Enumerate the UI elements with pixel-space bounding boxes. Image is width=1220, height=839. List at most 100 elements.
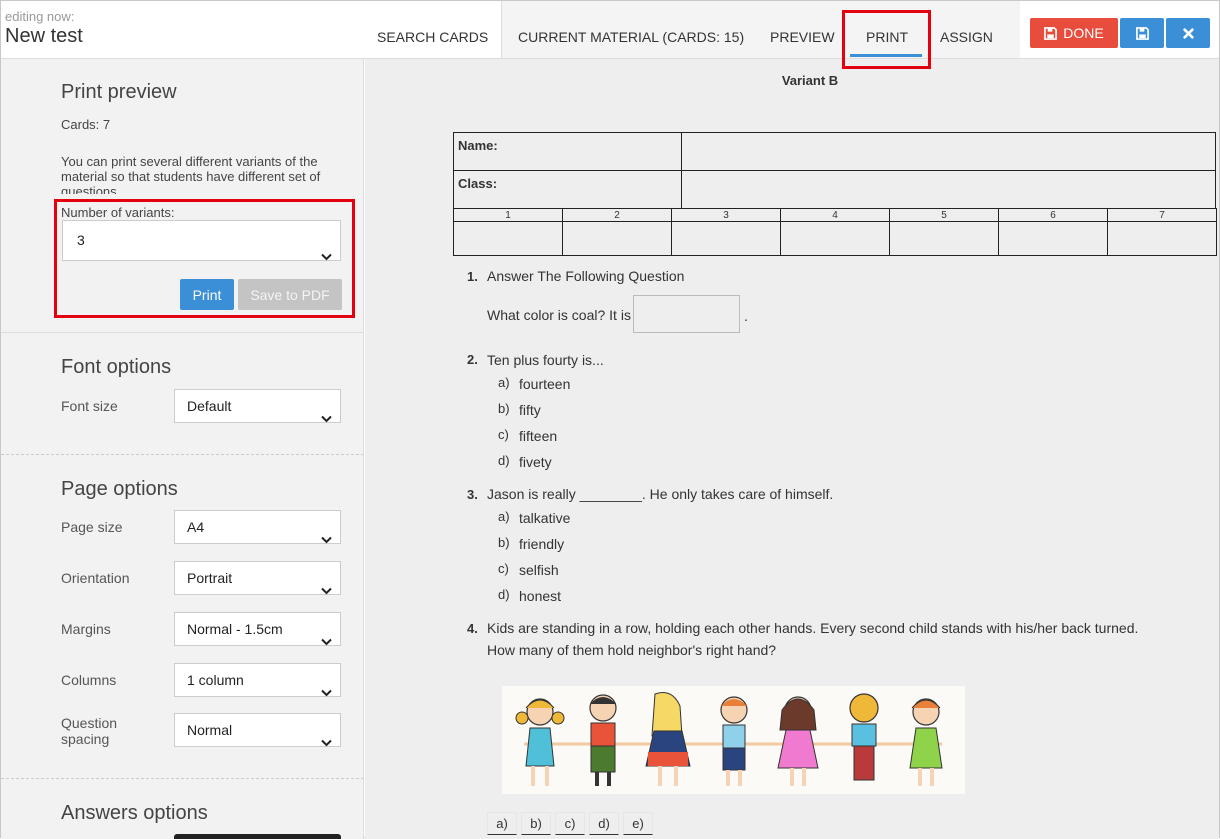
prompt-suffix: . — [744, 308, 748, 324]
chevron-down-icon — [321, 523, 332, 555]
answer-choice-box: c) — [555, 812, 585, 835]
answer-choice-box: b) — [521, 812, 551, 835]
page-size-value: A4 — [187, 519, 205, 535]
page-size-label: Page size — [61, 519, 123, 535]
chevron-down-icon — [321, 402, 332, 434]
section-divider — [1, 778, 363, 779]
margins-select[interactable]: Normal - 1.5cm — [174, 612, 341, 646]
page-size-select[interactable]: A4 — [174, 510, 341, 544]
font-size-label: Font size — [61, 398, 118, 414]
answers-option-control[interactable] — [174, 834, 341, 839]
tab-preview[interactable]: PREVIEW — [770, 1, 835, 58]
chevron-down-icon — [321, 676, 332, 708]
grid-cell — [453, 221, 563, 256]
save-button[interactable] — [1120, 18, 1164, 48]
grid-number: 7 — [1107, 208, 1217, 222]
answer-choice-box: d) — [589, 812, 619, 835]
editing-label: editing now: — [5, 9, 75, 24]
option-letter: b) — [498, 535, 510, 550]
option-letter: d) — [498, 453, 510, 468]
grid-cell — [562, 221, 672, 256]
option-text: talkative — [519, 510, 571, 526]
grid-number: 4 — [780, 208, 890, 222]
question-text: Ten plus fourty is... — [487, 352, 604, 368]
chevron-down-icon — [321, 625, 332, 657]
title-block: editing now: New test — [5, 9, 83, 48]
orientation-value: Portrait — [187, 570, 233, 586]
cards-count: Cards: 7 — [61, 117, 111, 132]
print-options-sidebar: Print preview Cards: 7 You can print sev… — [1, 59, 364, 839]
option-text: friendly — [519, 536, 565, 552]
question-spacing-value: Normal — [187, 722, 233, 738]
question-text: Kids are standing in a row, holding each… — [487, 620, 1139, 636]
question-spacing-label: Question spacing — [61, 715, 118, 747]
grid-number: 3 — [671, 208, 781, 222]
class-label: Class: — [453, 170, 682, 209]
section-divider — [1, 454, 363, 455]
font-size-select[interactable]: Default — [174, 389, 341, 423]
grid-cell — [780, 221, 890, 256]
tab-current-material[interactable]: CURRENT MATERIAL (CARDS: 15) — [518, 1, 744, 58]
print-button[interactable]: Print — [180, 279, 234, 310]
option-text: fourteen — [519, 376, 571, 392]
columns-value: 1 column — [187, 672, 244, 688]
answers-options-heading: Answers options — [61, 802, 208, 824]
option-letter: b) — [498, 401, 510, 416]
option-text: fifty — [519, 402, 541, 418]
question-number: 2. — [467, 352, 478, 367]
close-button[interactable] — [1166, 18, 1210, 48]
page-options-heading: Page options — [61, 478, 178, 500]
done-label: DONE — [1063, 25, 1104, 41]
grid-number: 5 — [889, 208, 999, 222]
document-title: New test — [5, 25, 83, 47]
done-button[interactable]: DONE — [1030, 18, 1118, 48]
tab-print[interactable]: PRINT — [866, 1, 908, 58]
columns-label: Columns — [61, 672, 117, 688]
grid-cell — [671, 221, 781, 256]
chevron-down-icon — [321, 237, 332, 276]
print-preview-area: Variant B Name: Class: 1 2 3 4 5 6 7 1. … — [365, 59, 1219, 839]
chevron-down-icon — [321, 726, 332, 758]
question-number: 4. — [467, 621, 478, 636]
orientation-label: Orientation — [61, 570, 130, 586]
question-text: Answer The Following Question — [487, 268, 685, 284]
grid-number: 2 — [562, 208, 672, 222]
variants-description: You can print several different variants… — [61, 154, 321, 194]
variants-label: Number of variants: — [61, 205, 175, 220]
variants-select[interactable]: 3 — [62, 220, 341, 261]
children-holding-hands-image — [502, 686, 965, 794]
option-text: honest — [519, 588, 562, 604]
answer-choice-box: e) — [623, 812, 653, 835]
option-letter: a) — [498, 375, 510, 390]
question-prompt: What color is coal? It is — [487, 307, 631, 323]
student-info-table: Name: Class: — [453, 132, 1216, 209]
variant-title: Variant B — [781, 73, 839, 88]
top-bar: editing now: New test SEARCH CARDS CURRE… — [1, 1, 1219, 59]
active-tab-indicator — [850, 54, 922, 57]
chevron-down-icon — [321, 574, 332, 606]
grid-cell — [1107, 221, 1217, 256]
question-number: 3. — [467, 487, 478, 502]
question-spacing-select[interactable]: Normal — [174, 713, 341, 747]
tab-search-cards[interactable]: SEARCH CARDS — [377, 1, 488, 58]
font-size-value: Default — [187, 398, 232, 414]
save-to-pdf-button[interactable]: Save to PDF — [238, 279, 342, 310]
grid-cell — [998, 221, 1108, 256]
class-field — [681, 170, 1216, 209]
variants-select-value: 3 — [77, 232, 85, 248]
section-divider — [1, 332, 363, 333]
tab-assign[interactable]: ASSIGN — [940, 1, 993, 58]
print-preview-heading: Print preview — [61, 81, 177, 103]
option-letter: c) — [498, 427, 509, 442]
name-field — [681, 132, 1216, 171]
close-icon — [1182, 27, 1194, 39]
floppy-disk-icon — [1135, 26, 1149, 40]
font-options-heading: Font options — [61, 356, 172, 378]
question-text: Jason is really ________. He only takes … — [487, 486, 834, 502]
option-text: selfish — [519, 562, 559, 578]
columns-select[interactable]: 1 column — [174, 663, 341, 697]
orientation-select[interactable]: Portrait — [174, 561, 341, 595]
option-letter: a) — [498, 509, 510, 524]
answer-input-box — [633, 295, 740, 333]
margins-value: Normal - 1.5cm — [187, 621, 283, 637]
